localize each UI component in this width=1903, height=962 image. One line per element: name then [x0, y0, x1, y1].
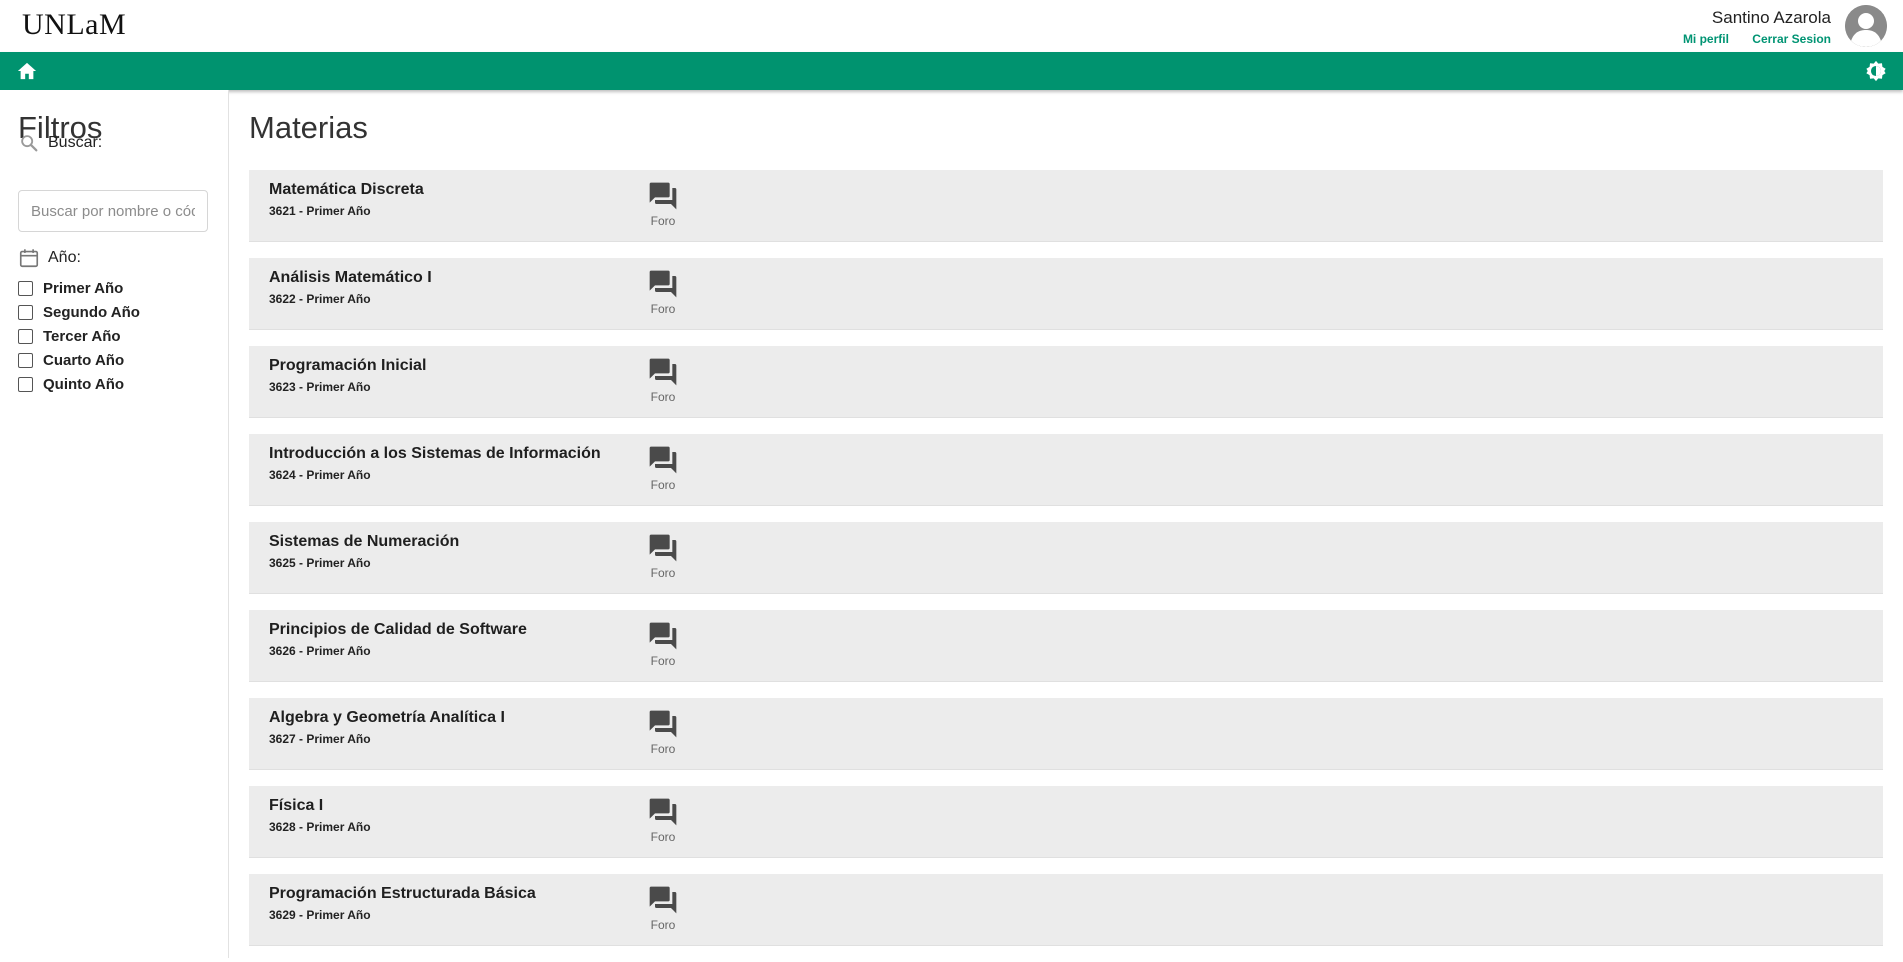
course-code-year: 3629 - Primer Año	[269, 908, 371, 922]
search-icon	[21, 135, 38, 152]
course-code-year: 3624 - Primer Año	[269, 468, 371, 482]
course-list: Matemática Discreta 3621 - Primer Año Fo…	[249, 170, 1883, 962]
year-option[interactable]: Quinto Año	[18, 372, 140, 396]
course-name[interactable]: Física I	[269, 797, 323, 815]
search-label: Buscar:	[48, 134, 103, 151]
year-checkbox[interactable]	[18, 376, 33, 392]
course-card[interactable]: Programación Inicial 3623 - Primer Año F…	[249, 346, 1883, 418]
user-links: Mi perfil Cerrar Sesion	[1663, 32, 1831, 46]
forum-button[interactable]: Foro	[639, 884, 687, 932]
course-code-year: 3627 - Primer Año	[269, 732, 371, 746]
top-header: UNLaM Santino Azarola Mi perfil Cerrar S…	[0, 0, 1903, 52]
course-name[interactable]: Análisis Matemático I	[269, 269, 432, 287]
brightness-toggle-icon[interactable]	[1865, 60, 1887, 82]
year-option[interactable]: Cuarto Año	[18, 348, 140, 372]
forum-button[interactable]: Foro	[639, 620, 687, 668]
course-card[interactable]: Matemática Discreta 3621 - Primer Año Fo…	[249, 170, 1883, 242]
forum-label: Foro	[650, 302, 676, 316]
course-card[interactable]: Física I 3628 - Primer Año Foro	[249, 786, 1883, 858]
course-card[interactable]: Introducción a los Sistemas de Informaci…	[249, 434, 1883, 506]
forum-button[interactable]: Foro	[639, 444, 687, 492]
year-option[interactable]: Segundo Año	[18, 300, 140, 324]
forum-button[interactable]: Foro	[639, 796, 687, 844]
course-name[interactable]: Algebra y Geometría Analítica I	[269, 709, 505, 727]
course-code-year: 3625 - Primer Año	[269, 556, 371, 570]
year-option[interactable]: Primer Año	[18, 276, 140, 300]
year-option-label: Cuarto Año	[43, 351, 125, 369]
course-code-year: 3626 - Primer Año	[269, 644, 371, 658]
course-card[interactable]: Sistemas de Numeración 3625 - Primer Año…	[249, 522, 1883, 594]
user-block: Santino Azarola Mi perfil Cerrar Sesion	[1663, 8, 1831, 46]
forum-icon	[649, 710, 677, 738]
year-label-row: Año:	[18, 247, 81, 269]
user-name: Santino Azarola	[1711, 8, 1831, 27]
forum-icon	[649, 622, 677, 650]
page-title: Materias	[249, 110, 368, 145]
home-icon[interactable]	[16, 61, 38, 81]
search-input[interactable]	[18, 190, 208, 232]
forum-icon	[649, 182, 677, 210]
forum-label: Foro	[650, 918, 676, 932]
forum-label: Foro	[650, 478, 676, 492]
course-name[interactable]: Principios de Calidad de Software	[269, 621, 527, 639]
nav-bar	[0, 52, 1903, 90]
forum-button[interactable]: Foro	[639, 708, 687, 756]
forum-label: Foro	[650, 742, 676, 756]
calendar-icon	[19, 249, 39, 268]
user-avatar-icon	[1845, 5, 1887, 47]
year-filter-list: Primer Año Segundo Año Tercer Año Cuarto…	[18, 276, 140, 396]
course-code-year: 3621 - Primer Año	[269, 204, 371, 218]
logout-link[interactable]: Cerrar Sesion	[1752, 32, 1831, 46]
year-option[interactable]: Tercer Año	[18, 324, 140, 348]
forum-label: Foro	[650, 566, 676, 580]
forum-icon	[649, 534, 677, 562]
profile-link[interactable]: Mi perfil	[1683, 32, 1729, 46]
forum-button[interactable]: Foro	[639, 356, 687, 404]
year-checkbox[interactable]	[18, 280, 33, 296]
course-card[interactable]: Algebra y Geometría Analítica I 3627 - P…	[249, 698, 1883, 770]
year-checkbox[interactable]	[18, 328, 33, 344]
logo[interactable]: UNLaM	[22, 8, 126, 42]
course-code-year: 3623 - Primer Año	[269, 380, 371, 394]
forum-button[interactable]: Foro	[639, 180, 687, 228]
year-option-label: Primer Año	[43, 279, 124, 297]
forum-button[interactable]: Foro	[639, 532, 687, 580]
year-option-label: Tercer Año	[43, 327, 121, 345]
forum-label: Foro	[650, 214, 676, 228]
course-code-year: 3622 - Primer Año	[269, 292, 371, 306]
filters-sidebar: Filtros Buscar: Año: Primer Año Segundo …	[0, 90, 229, 958]
forum-button[interactable]: Foro	[639, 268, 687, 316]
course-name[interactable]: Programación Estructurada Básica	[269, 885, 536, 903]
forum-label: Foro	[650, 390, 676, 404]
forum-label: Foro	[650, 830, 676, 844]
forum-icon	[649, 270, 677, 298]
year-checkbox[interactable]	[18, 304, 33, 320]
forum-label: Foro	[650, 654, 676, 668]
forum-icon	[649, 798, 677, 826]
course-name[interactable]: Sistemas de Numeración	[269, 533, 459, 551]
course-card[interactable]: Principios de Calidad de Software 3626 -…	[249, 610, 1883, 682]
year-option-label: Quinto Año	[43, 375, 125, 393]
year-label: Año:	[48, 249, 81, 266]
forum-icon	[649, 886, 677, 914]
course-name[interactable]: Programación Inicial	[269, 357, 426, 375]
year-option-label: Segundo Año	[43, 303, 140, 321]
course-name[interactable]: Matemática Discreta	[269, 181, 424, 199]
course-card[interactable]: Análisis Matemático I 3622 - Primer Año …	[249, 258, 1883, 330]
search-label-row: Buscar:	[18, 132, 102, 154]
course-name[interactable]: Introducción a los Sistemas de Informaci…	[269, 445, 601, 463]
course-code-year: 3628 - Primer Año	[269, 820, 371, 834]
avatar[interactable]	[1845, 5, 1887, 47]
forum-icon	[649, 358, 677, 386]
course-card[interactable]: Programación Estructurada Básica 3629 - …	[249, 874, 1883, 946]
year-checkbox[interactable]	[18, 352, 33, 368]
forum-icon	[649, 446, 677, 474]
